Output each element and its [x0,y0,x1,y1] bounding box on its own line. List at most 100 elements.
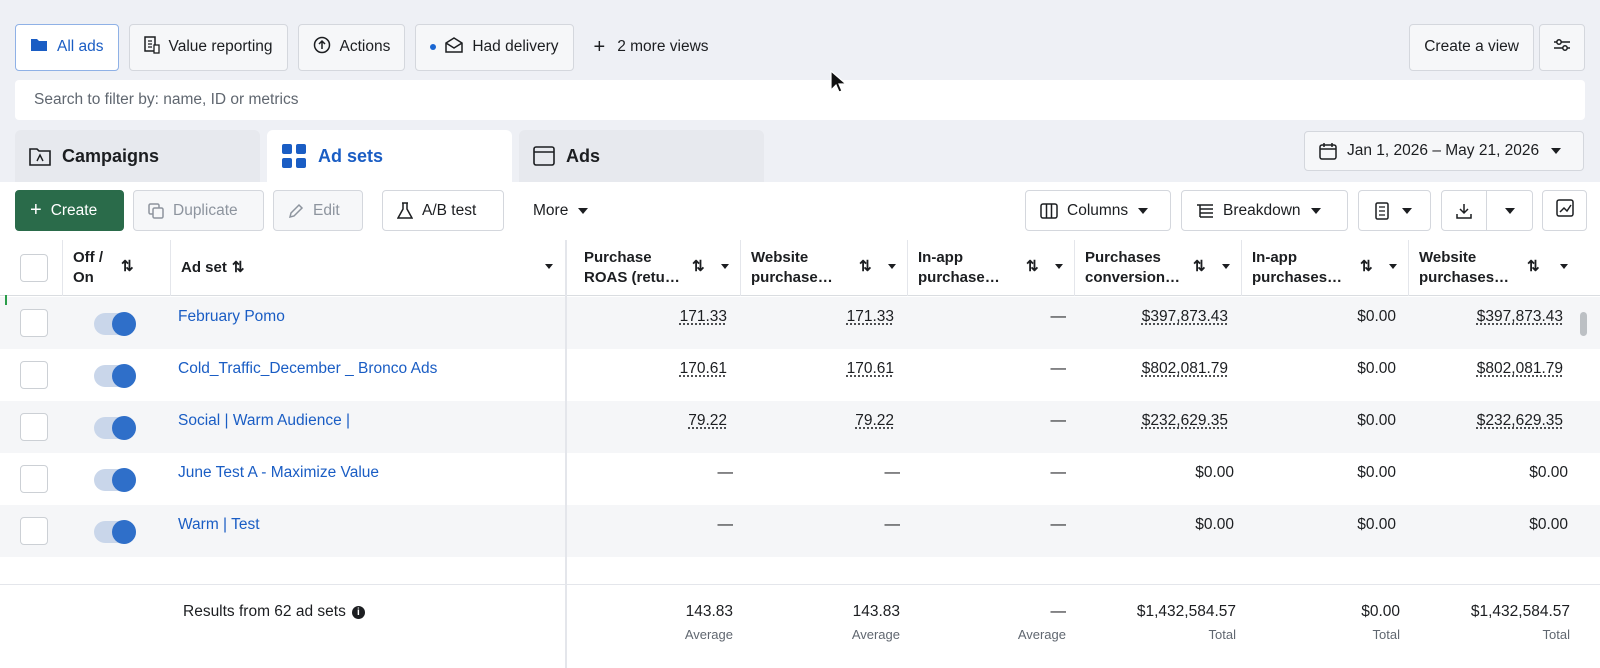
row-checkbox[interactable] [20,517,48,545]
summary-purchases-conversion-value-label: Total [1209,627,1236,642]
had-delivery-label: Had delivery [472,38,558,56]
pencil-icon [288,203,304,219]
sort-icon[interactable]: ⇅ [121,257,134,277]
column-menu-icon[interactable] [1560,264,1568,269]
table-row[interactable]: Cold_Traffic_December _ Bronco Ads 170.6… [0,349,1600,401]
column-off-on[interactable]: Off / On ⇅ [73,240,103,296]
vertical-scrollbar[interactable] [1580,312,1587,336]
tab-ad-sets[interactable]: Ad sets [267,130,512,182]
search-bar[interactable] [15,80,1585,120]
row-checkbox[interactable] [20,465,48,493]
column-menu-icon[interactable] [1222,264,1230,269]
column-inapp-purchase-roas[interactable]: In-app purchase… ⇅ [918,240,1073,296]
sort-icon[interactable]: ⇅ [1026,257,1039,277]
create-view-button[interactable]: Create a view [1409,24,1534,71]
column-menu-icon[interactable] [721,264,729,269]
date-range-label: Jan 1, 2026 – May 21, 2026 [1347,142,1539,160]
purchases-conversion-value: $0.00 [1195,516,1234,534]
sort-icon[interactable]: ⇅ [1360,257,1373,277]
search-input[interactable] [34,91,1585,109]
chart-button[interactable] [1542,190,1587,231]
had-delivery-view-button[interactable]: Had delivery [415,24,573,71]
column-purchases-conversion-value[interactable]: Purchases conversion… ⇅ [1085,240,1240,296]
actions-view-button[interactable]: Actions [298,24,406,71]
tab-ad-sets-label: Ad sets [318,146,383,167]
reports-button[interactable] [1358,190,1431,231]
more-button[interactable]: More [518,190,603,231]
sort-icon[interactable]: ⇅ [232,258,245,278]
summary-website-purchases-value: $1,432,584.57 [1471,603,1570,621]
summary-purchases-conversion-value: $1,432,584.57 [1137,603,1236,621]
on-off-toggle[interactable] [94,469,136,491]
website-purchases-value: $232,629.35 [1477,412,1563,430]
ab-test-button[interactable]: A/B test [382,190,504,231]
create-button[interactable]: + Create [15,190,124,231]
actions-label: Actions [340,38,391,56]
ad-set-name-link[interactable]: Cold_Traffic_December _ Bronco Ads [178,360,437,378]
info-icon[interactable]: i [352,606,365,619]
select-all-checkbox[interactable] [20,254,48,282]
column-ad-set[interactable]: Ad set ⇅ [181,240,561,296]
sort-icon[interactable]: ⇅ [692,257,705,277]
column-menu-icon[interactable] [1389,264,1397,269]
tab-ads[interactable]: Ads [519,130,764,182]
column-inapp-purchases-value[interactable]: In-app purchases… ⇅ [1252,240,1407,296]
website-purchase-roas-value: — [885,516,901,534]
columns-button[interactable]: Columns [1025,190,1171,231]
campaign-folder-icon [29,146,51,166]
sliders-icon [1553,38,1571,57]
inapp-purchase-roas-value: — [1051,360,1067,378]
summary-inapp-purchases-value: $0.00 [1361,603,1400,621]
date-range-picker[interactable]: Jan 1, 2026 – May 21, 2026 [1304,131,1584,171]
duplicate-button[interactable]: Duplicate [133,190,264,231]
ad-window-icon [533,146,555,166]
sort-icon[interactable]: ⇅ [1193,257,1206,277]
on-off-toggle[interactable] [94,521,136,543]
column-menu-icon[interactable] [1055,264,1063,269]
ad-set-name-link[interactable]: June Test A - Maximize Value [178,464,379,482]
edit-button[interactable]: Edit [273,190,363,231]
on-off-toggle[interactable] [94,365,136,387]
on-off-toggle[interactable] [94,313,136,335]
view-settings-button[interactable] [1539,24,1585,71]
column-menu-icon[interactable] [888,264,896,269]
breakdown-label: Breakdown [1223,202,1301,220]
table-row[interactable]: Social | Warm Audience | 79.22 79.22 — $… [0,401,1600,453]
tab-campaigns[interactable]: Campaigns [15,130,260,182]
row-checkbox[interactable] [20,413,48,441]
column-menu-icon[interactable] [545,264,553,269]
summary-website-purchase-roas: 143.83 [853,603,900,621]
ad-set-name-link[interactable]: Warm | Test [178,516,260,534]
ad-set-name-link[interactable]: February Pomo [178,308,285,326]
tab-ads-label: Ads [566,146,600,167]
purchase-roas-value: — [718,516,734,534]
export-button[interactable] [1441,190,1533,231]
table-row[interactable]: June Test A - Maximize Value — — — $0.00… [0,453,1600,505]
more-views-button[interactable]: + 2 more views [584,36,719,59]
duplicate-label: Duplicate [173,202,238,220]
ab-test-label: A/B test [422,202,476,220]
row-checkbox[interactable] [20,361,48,389]
summary-inapp-purchase-roas: — [1051,603,1067,621]
duplicate-icon [148,203,164,219]
trend-chart-icon [1556,199,1574,222]
column-website-purchase-roas[interactable]: Website purchase… ⇅ [751,240,906,296]
column-purchase-roas[interactable]: Purchase ROAS (retu… ⇅ [584,240,739,296]
more-label: More [533,202,568,220]
column-website-purchases-value[interactable]: Website purchases… ⇅ [1419,240,1574,296]
all-ads-view-button[interactable]: All ads [15,24,119,71]
chevron-down-icon [1402,208,1412,214]
results-summary: Results from 62 ad sets i [183,603,365,621]
row-checkbox[interactable] [20,309,48,337]
purchase-roas-value: 79.22 [688,412,727,430]
on-off-toggle[interactable] [94,417,136,439]
plus-icon: + [594,36,606,59]
table-row[interactable]: February Pomo 171.33 171.33 — $397,873.4… [0,297,1600,349]
sort-icon[interactable]: ⇅ [859,257,872,277]
ad-set-name-link[interactable]: Social | Warm Audience | [178,412,350,430]
sort-icon[interactable]: ⇅ [1527,257,1540,277]
value-reporting-view-button[interactable]: Value reporting [129,24,288,71]
breakdown-button[interactable]: Breakdown [1181,190,1348,231]
table-row[interactable]: Warm | Test — — — $0.00 $0.00 $0.00 [0,505,1600,557]
purchase-roas-value: 170.61 [680,360,727,378]
